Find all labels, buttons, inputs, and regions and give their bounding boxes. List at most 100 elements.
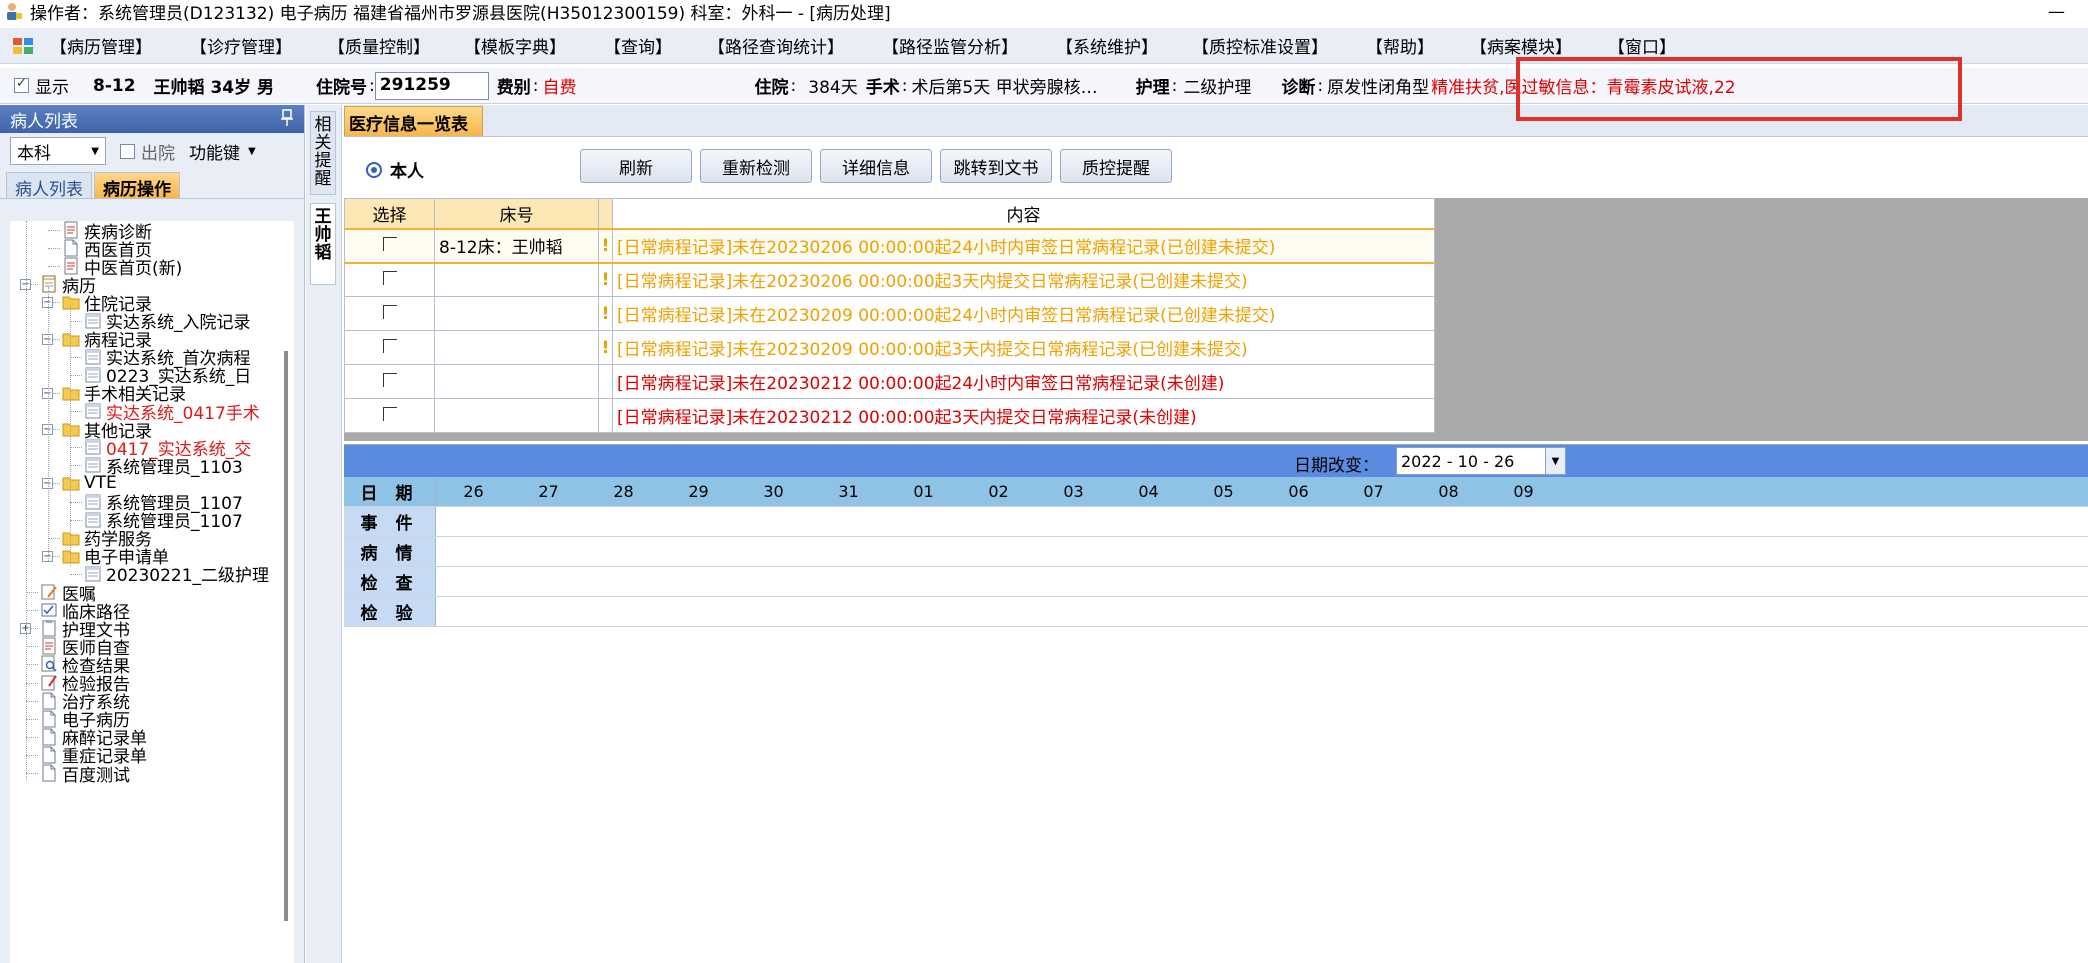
inpatient-label: 住院号	[316, 78, 368, 98]
tree-connector	[48, 266, 60, 268]
discharge-checkbox[interactable]	[120, 143, 135, 159]
tab-related-reminders[interactable]: 相关提醒	[310, 111, 336, 195]
timeline-row-header: 病 情	[344, 537, 436, 566]
fee-value: 自费	[542, 78, 577, 98]
table-row[interactable]: ! [日常病程记录]未在20230206 00:00:00起3天内提交日常病程记录…	[344, 262, 1435, 297]
inpatient-number-field[interactable]: 291259	[374, 71, 489, 100]
select-cell[interactable]	[344, 364, 435, 399]
folder-icon	[62, 387, 80, 401]
timeline-day[interactable]: 29	[661, 477, 736, 506]
refresh-button[interactable]: 刷新	[580, 149, 692, 183]
date-value: 2022 - 10 - 26	[1401, 451, 1515, 471]
tab-patient-name[interactable]: 王帅韬	[310, 203, 336, 285]
app-menu-icon[interactable]	[12, 36, 36, 56]
menu-qc-standards[interactable]: 【质控标准设置】	[1192, 29, 1328, 62]
timeline-day[interactable]: 26	[436, 477, 511, 506]
date-dropdown-icon[interactable]: ▼	[1545, 448, 1565, 474]
timeline-day[interactable]: 04	[1111, 477, 1186, 506]
timeline-day[interactable]: 06	[1261, 477, 1336, 506]
timeline-day[interactable]: 31	[811, 477, 886, 506]
details-button[interactable]: 详细信息	[820, 149, 932, 183]
timeline-grid: 日 期 26 27 28 29 30 31 01 02 03 04 05 06 07 08 09 事 件病 …	[344, 477, 2088, 627]
tree-node[interactable]: 20230221_二级护理	[84, 562, 269, 586]
tree-connector	[48, 287, 49, 561]
recheck-button[interactable]: 重新检测	[700, 149, 812, 183]
tree-connector	[26, 754, 38, 756]
tree-node[interactable]: 百度测试	[40, 761, 130, 786]
discharge-label: 出院	[141, 143, 175, 164]
menu-treatment-management[interactable]: 【诊疗管理】	[190, 29, 292, 62]
column-bed[interactable]: 床号	[434, 198, 599, 229]
tree-connector	[26, 592, 38, 593]
timeline-day[interactable]: 05	[1186, 477, 1261, 506]
timeline-day[interactable]: 27	[511, 477, 586, 506]
timeline-day-row: 日 期 26 27 28 29 30 31 01 02 03 04 05 06 07 08 09	[344, 477, 2088, 507]
menu-system-maintenance[interactable]: 【系统维护】	[1056, 29, 1158, 62]
content-cell-text: [日常病程记录]未在20230212 00:00:00起24小时内审签日常病程记…	[617, 374, 1225, 394]
select-checkbox[interactable]	[382, 236, 397, 251]
select-checkbox[interactable]	[382, 406, 397, 421]
function-key-button[interactable]: 功能键	[189, 139, 240, 164]
function-key-dropdown-icon[interactable]: ▼	[248, 146, 256, 157]
show-checkbox[interactable]	[14, 76, 29, 93]
jump-to-document-button[interactable]: 跳转到文书	[940, 149, 1052, 183]
tab-medical-info-overview[interactable]: 医疗信息一览表	[344, 106, 483, 136]
fee-label: 费别	[496, 78, 531, 98]
timeline-day[interactable]: 28	[586, 477, 661, 506]
minimize-button[interactable]: —	[2048, 2, 2068, 22]
pin-icon[interactable]	[280, 109, 294, 127]
select-checkbox[interactable]	[382, 270, 397, 285]
select-cell[interactable]	[344, 227, 435, 264]
menu-quality-control[interactable]: 【质量控制】	[328, 29, 430, 62]
stay-value: 384天	[808, 78, 858, 98]
menu-query[interactable]: 【查询】	[604, 29, 672, 62]
date-picker[interactable]: 2022 - 10 - 26 ▼	[1396, 447, 1566, 475]
timeline-day[interactable]: 02	[961, 477, 1036, 506]
bed-cell	[434, 364, 599, 399]
window-title: 操作者：系统管理员(D123132) 电子病历 福建省福州市罗源县医院(H350…	[30, 3, 891, 24]
timeline-day[interactable]: 08	[1411, 477, 1486, 506]
select-cell[interactable]	[344, 296, 435, 331]
timeline-row-tests: 检 验	[344, 597, 2088, 627]
tab-record-operation[interactable]: 病历操作	[94, 172, 180, 200]
date-strip: 日期改变： 2022 - 10 - 26 ▼	[344, 445, 2088, 477]
timeline-day[interactable]: 30	[736, 477, 811, 506]
timeline-day[interactable]: 09	[1486, 477, 1561, 506]
select-cell[interactable]	[344, 330, 435, 365]
bed-number: 8-12	[93, 75, 136, 96]
tree-node-label: 百度测试	[62, 765, 130, 786]
radio-self[interactable]: 本人	[366, 157, 424, 182]
table-row[interactable]: 8-12床：王帅韬! [日常病程记录]未在20230206 00:00:00起24…	[344, 227, 1435, 264]
column-content[interactable]: 内容	[612, 198, 1435, 229]
menu-help[interactable]: 【帮助】	[1366, 29, 1434, 62]
menu-record-management[interactable]: 【病历管理】	[50, 29, 152, 62]
timeline-day[interactable]: 07	[1336, 477, 1411, 506]
select-checkbox[interactable]	[382, 338, 397, 353]
table-row[interactable]: ! [日常病程记录]未在20230209 00:00:00起3天内提交日常病程记录…	[344, 330, 1435, 365]
table-row[interactable]: ! [日常病程记录]未在20230209 00:00:00起24小时内审签日常病程…	[344, 296, 1435, 331]
page-icon	[42, 764, 56, 782]
content-cell-text: [日常病程记录]未在20230206 00:00:00起24小时内审签日常病程记…	[617, 238, 1276, 258]
folder-icon	[62, 296, 80, 310]
select-cell[interactable]	[344, 262, 435, 297]
tree-connector	[26, 646, 38, 648]
qc-reminder-button[interactable]: 质控提醒	[1060, 149, 1172, 183]
timeline-panel: 日期改变： 2022 - 10 - 26 ▼ 日 期 26 27 28 29 30 31 0…	[344, 444, 2088, 963]
select-cell[interactable]	[344, 398, 435, 433]
column-select[interactable]: 选择	[344, 198, 435, 229]
tab-patient-list[interactable]: 病人列表	[6, 172, 92, 200]
timeline-day[interactable]: 03	[1036, 477, 1111, 506]
tree-scrollbar[interactable]	[284, 351, 288, 921]
menu-template-dictionary[interactable]: 【模板字典】	[464, 29, 566, 62]
select-checkbox[interactable]	[382, 304, 397, 319]
content-cell-text: [日常病程记录]未在20230212 00:00:00起3天内提交日常病程记录(…	[617, 408, 1197, 428]
tree-connector	[70, 320, 82, 322]
bed-cell	[434, 296, 599, 331]
timeline-day[interactable]: 01	[886, 477, 961, 506]
select-checkbox[interactable]	[382, 372, 397, 387]
table-row[interactable]: [日常病程记录]未在20230212 00:00:00起24小时内审签日常病程记…	[344, 364, 1435, 399]
department-select[interactable]: 本科 ▼	[10, 137, 106, 165]
menu-path-supervision[interactable]: 【路径监管分析】	[882, 29, 1018, 62]
menu-path-query-stats[interactable]: 【路径查询统计】	[708, 29, 844, 62]
table-row[interactable]: [日常病程记录]未在20230212 00:00:00起3天内提交日常病程记录(…	[344, 398, 1435, 433]
